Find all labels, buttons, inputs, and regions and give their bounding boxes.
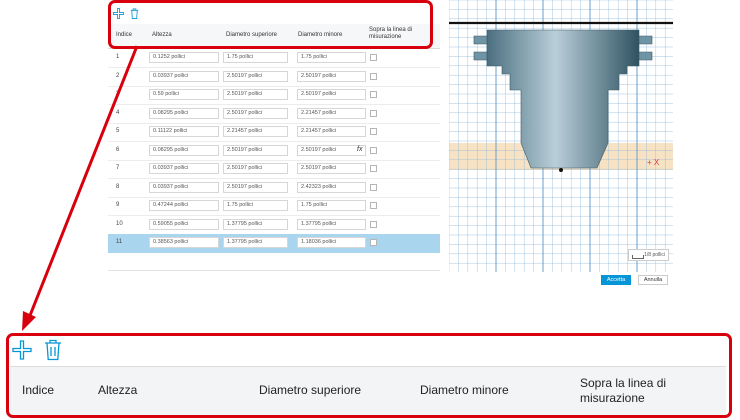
altezza-field[interactable]: 0.59055 pollici <box>149 218 219 230</box>
table-row[interactable]: 4 0.08295 pollici 2.50197 pollici 2.21457 p… <box>108 105 440 124</box>
row-index: 9 <box>116 202 120 208</box>
table-row[interactable]: 6 0.08295 pollici 2.50197 pollici 2.50197 p… <box>108 142 440 161</box>
altezza-field[interactable]: 0.08295 pollici <box>149 144 219 156</box>
above-line-checkbox[interactable] <box>370 146 377 154</box>
table-row[interactable]: 2 0.03937 pollici 2.50197 pollici 2.50197 p… <box>108 68 440 87</box>
row-index: 10 <box>116 220 123 227</box>
diametro-superiore-field[interactable]: 1.75 pollici <box>223 52 288 63</box>
above-line-checkbox[interactable] <box>370 128 377 135</box>
table-row[interactable]: 5 0.11122 pollici 2.21457 pollici 2.21457 p… <box>108 123 440 142</box>
diametro-minore-field[interactable]: 2.21457 pollici <box>297 107 366 119</box>
scale-bar-icon <box>632 255 644 259</box>
row-index: 4 <box>116 109 120 116</box>
row-index: 8 <box>116 183 120 190</box>
above-line-checkbox[interactable] <box>370 183 377 191</box>
diametro-minore-field[interactable]: 2.50197 pollici <box>297 163 366 174</box>
accept-button[interactable]: Accetta <box>601 275 631 285</box>
table-row[interactable]: 1 0.1252 pollici 1.75 pollici 1.75 pollici <box>108 49 440 68</box>
altezza-field[interactable]: 0.03937 pollici <box>149 163 219 174</box>
table-row[interactable]: 8 0.03937 pollici 2.50197 pollici 2.42323 p… <box>108 179 440 198</box>
callout-small-header <box>108 0 433 49</box>
above-line-checkbox[interactable] <box>370 91 377 98</box>
diametro-superiore-field[interactable]: 2.50197 pollici <box>223 181 288 193</box>
row-index: 11 <box>116 239 123 245</box>
table-row[interactable]: 3 0.59 pollici 2.50197 pollici 2.50197 poll… <box>108 86 440 105</box>
diametro-minore-field[interactable]: 2.50197 pollici <box>297 144 366 156</box>
above-line-checkbox[interactable] <box>370 72 377 80</box>
altezza-field[interactable]: 0.03937 pollici <box>149 70 219 82</box>
diametro-superiore-field[interactable]: 2.50197 pollici <box>223 163 288 174</box>
diametro-minore-field[interactable]: 1.18036 pollici <box>297 237 366 248</box>
diametro-minore-field[interactable]: 2.50197 pollici <box>297 89 366 100</box>
above-line-checkbox[interactable] <box>370 109 377 117</box>
table-row[interactable]: 7 0.03937 pollici 2.50197 pollici 2.50197 p… <box>108 160 440 179</box>
altezza-field[interactable]: 0.11122 pollici <box>149 126 219 137</box>
diametro-superiore-field[interactable]: 2.50197 pollici <box>223 144 288 156</box>
table-row[interactable]: 11 0.38563 pollici 1.37795 pollici 1.18036 … <box>108 234 440 253</box>
row-index: 5 <box>116 128 120 134</box>
altezza-field[interactable]: 0.59 pollici <box>149 89 219 100</box>
marker-label: + X <box>647 158 660 167</box>
diametro-minore-field[interactable]: 2.42323 pollici <box>297 181 366 193</box>
table-row[interactable]: 10 0.59055 pollici 1.37795 pollici 1.37795 … <box>108 216 440 235</box>
profile-drawing[interactable]: + X <box>449 0 673 272</box>
scale-label: 1/8 pollici <box>644 252 665 258</box>
diametro-minore-field[interactable]: 1.37795 pollici <box>297 218 366 230</box>
row-index: 2 <box>116 72 120 79</box>
callout-zoomed-header <box>6 333 732 418</box>
table-row[interactable]: 9 0.47244 pollici 1.75 pollici 1.75 pollici <box>108 197 440 216</box>
above-line-checkbox[interactable] <box>370 202 377 209</box>
row-index: 1 <box>116 54 120 60</box>
row-index: 6 <box>116 146 120 153</box>
altezza-field[interactable]: 0.03937 pollici <box>149 181 219 193</box>
diametro-minore-field[interactable]: 1.75 pollici <box>297 200 366 211</box>
diametro-superiore-field[interactable]: 2.50197 pollici <box>223 107 288 119</box>
above-line-checkbox[interactable] <box>370 54 377 61</box>
diametro-superiore-field[interactable]: 2.21457 pollici <box>223 126 288 137</box>
altezza-field[interactable]: 0.38563 pollici <box>149 237 219 248</box>
diametro-superiore-field[interactable]: 1.75 pollici <box>223 200 288 211</box>
diametro-minore-field[interactable]: 1.75 pollici <box>297 52 366 63</box>
diametro-superiore-field[interactable]: 1.37795 pollici <box>223 218 288 230</box>
altezza-field[interactable]: 0.08295 pollici <box>149 107 219 119</box>
row-index: 3 <box>116 91 120 97</box>
cancel-button[interactable]: Annulla <box>638 275 668 285</box>
altezza-field[interactable]: 0.1252 pollici <box>149 52 219 63</box>
diametro-minore-field[interactable]: 2.50197 pollici <box>297 70 366 82</box>
above-line-checkbox[interactable] <box>370 165 377 172</box>
profile-point[interactable] <box>559 168 563 172</box>
fx-icon[interactable]: fx <box>357 146 362 153</box>
diametro-superiore-field[interactable]: 1.37795 pollici <box>223 237 288 248</box>
diametro-superiore-field[interactable]: 2.50197 pollici <box>223 70 288 82</box>
diametro-superiore-field[interactable]: 2.50197 pollici <box>223 89 288 100</box>
above-line-checkbox[interactable] <box>370 220 377 228</box>
scale-indicator: 1/8 pollici <box>628 249 669 261</box>
above-line-checkbox[interactable] <box>370 239 377 246</box>
row-index: 7 <box>116 165 120 171</box>
altezza-field[interactable]: 0.47244 pollici <box>149 200 219 211</box>
diametro-minore-field[interactable]: 2.21457 pollici <box>297 126 366 137</box>
